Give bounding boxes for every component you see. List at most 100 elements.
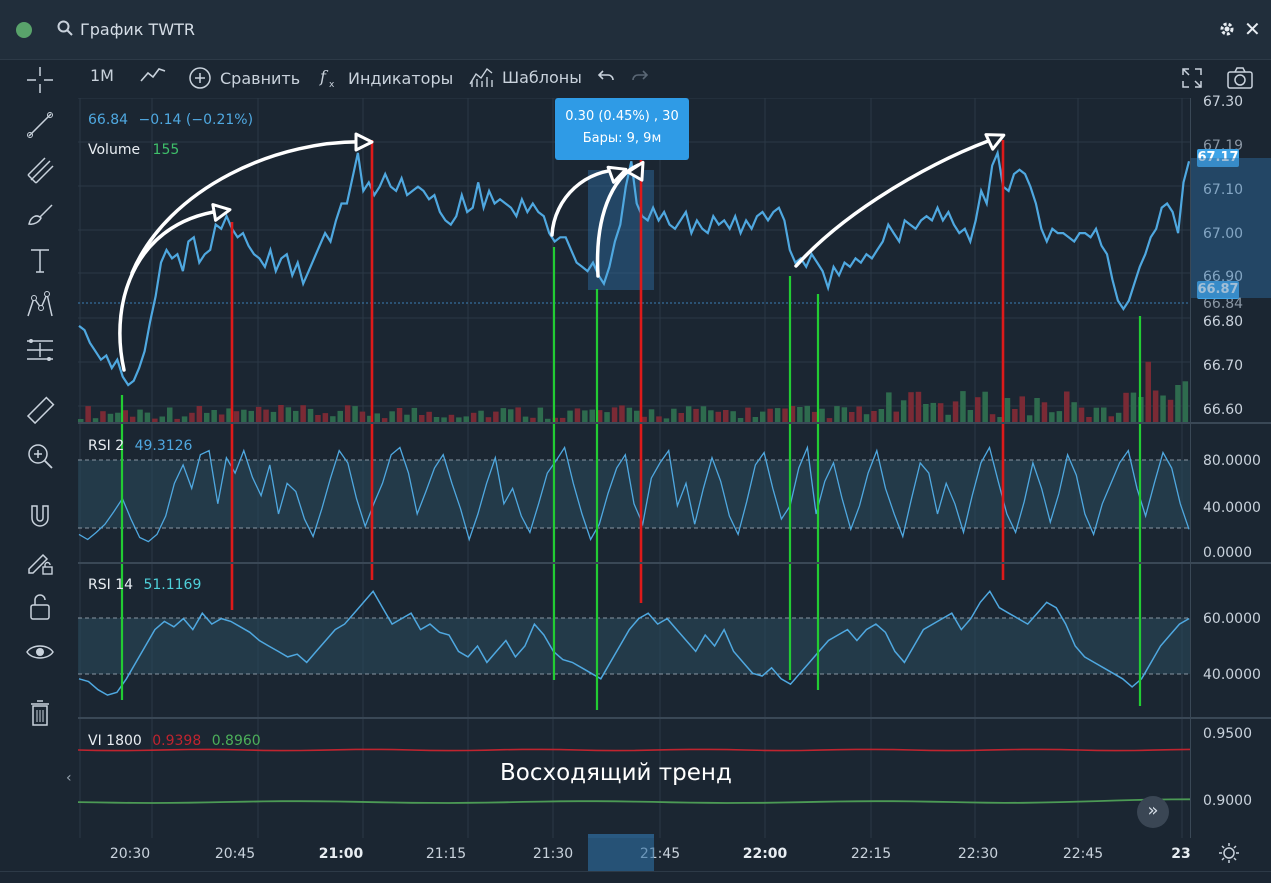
volume-label: Volume — [88, 142, 141, 158]
undo-button[interactable] — [596, 66, 616, 86]
indicators-button[interactable]: fx Индикаторы — [318, 66, 453, 90]
screenshot-button[interactable] — [1226, 66, 1254, 90]
pane-separator[interactable] — [78, 422, 1271, 424]
fib-lines-icon — [27, 157, 54, 184]
volume-bar — [574, 408, 581, 423]
pencil-lock-icon — [28, 553, 53, 575]
price-legend: 66.84 −0.14 (−0.21%) — [88, 112, 253, 128]
volume-bar — [819, 408, 825, 423]
price-tick: 66.60 — [1203, 402, 1244, 418]
brush-icon — [28, 204, 53, 225]
fullscreen-icon — [1182, 68, 1202, 88]
volume-bar — [1123, 392, 1129, 423]
volume-value: 155 — [152, 142, 180, 158]
undo-icon — [597, 70, 614, 81]
compare-button[interactable]: Сравнить — [188, 66, 300, 90]
measure-change: 0.30 (0.45%) , 30 — [565, 109, 679, 124]
chart-type-button[interactable] — [140, 66, 166, 84]
volume-bar — [1093, 407, 1100, 423]
visibility-tool[interactable] — [22, 634, 58, 670]
function-icon: fx — [319, 67, 335, 90]
position-tool[interactable] — [22, 332, 58, 368]
fullscreen-button[interactable] — [1180, 66, 1204, 90]
volume-bar — [1012, 409, 1018, 423]
volume-bar — [1101, 407, 1107, 423]
status-dot-icon — [16, 22, 32, 38]
interval-button[interactable]: 1M — [90, 66, 114, 85]
rsi14-tick: 40.0000 — [1203, 667, 1261, 683]
volume-bar — [804, 405, 810, 423]
crosshair-tool[interactable] — [22, 62, 58, 98]
volume-bar — [515, 407, 521, 423]
fib-tool[interactable] — [22, 152, 58, 188]
gear-icon[interactable] — [1218, 20, 1236, 38]
ruler-tool[interactable] — [22, 393, 58, 429]
volume-bar — [589, 409, 595, 423]
volume-bar — [85, 406, 91, 423]
time-axis[interactable]: 20:30 20:45 21:00 21:15 21:30 21:45 22:00 22:15… — [78, 838, 1191, 871]
price-axis[interactable]: 67.30 67.19 67.10 67.00 66.90 66.84 66.8… — [1190, 94, 1271, 838]
trash-icon — [31, 700, 49, 726]
redo-button[interactable] — [630, 66, 650, 86]
pattern-tool[interactable] — [22, 287, 58, 323]
time-tick: 22:00 — [742, 846, 788, 862]
pane-separator[interactable] — [78, 562, 1271, 564]
volume-bar — [1071, 402, 1077, 423]
volume-bar — [1145, 361, 1151, 423]
vi-plus-value: 0.8960 — [211, 733, 261, 749]
volume-bar — [878, 409, 885, 423]
close-icon[interactable]: ✕ — [1244, 17, 1261, 41]
time-tick: 22:45 — [1062, 846, 1104, 862]
volume-bar — [278, 405, 284, 423]
chart-area[interactable] — [78, 98, 1190, 838]
volume-bar — [255, 406, 262, 423]
rsi14-band — [78, 618, 1190, 674]
trend-line-tool[interactable] — [22, 107, 58, 143]
time-tick: 22:15 — [850, 846, 892, 862]
lock-tool[interactable] — [22, 589, 58, 625]
search-icon[interactable] — [57, 20, 73, 36]
volume-bar — [611, 407, 618, 423]
vi-legend: VI 1800 0.9398 0.8960 — [88, 733, 261, 749]
camera-icon — [1227, 67, 1253, 89]
delete-tool[interactable] — [22, 695, 58, 731]
templates-button[interactable]: Шаблоны — [468, 66, 582, 88]
volume-legend: Volume 155 — [88, 142, 179, 158]
magnet-tool[interactable] — [22, 499, 58, 535]
chart-settings-icon[interactable] — [1218, 842, 1240, 864]
brush-tool[interactable] — [22, 197, 58, 233]
window-title[interactable]: График TWTR — [80, 20, 195, 39]
drawing-toolbar: ‹ — [0, 60, 78, 882]
scroll-to-latest-icon[interactable]: » — [1137, 796, 1169, 828]
lock-drawing-tool[interactable] — [22, 544, 58, 580]
time-tick: 21:00 — [318, 846, 364, 862]
annotation-arrows — [118, 132, 1006, 372]
time-tick: 20:45 — [214, 846, 256, 862]
chart-toolbar: 1M Сравнить fx Индикаторы Шаблоны — [78, 60, 1271, 100]
volume-bar — [352, 406, 358, 423]
volume-bar — [1182, 381, 1189, 423]
pane-separator[interactable] — [78, 717, 1271, 719]
volume-bar — [886, 392, 892, 423]
volume-bars — [78, 361, 1189, 423]
volume-bar — [856, 406, 862, 423]
magnet-icon — [31, 505, 49, 527]
volume-bar — [923, 404, 929, 423]
volume-bar — [411, 407, 418, 423]
volume-bar — [307, 408, 314, 423]
zoom-tool[interactable] — [22, 438, 58, 474]
arrow-head-shape — [211, 203, 232, 222]
vi-label: VI 1800 — [88, 733, 142, 749]
vi-minus-value: 0.9398 — [152, 733, 202, 749]
volume-bar — [1152, 390, 1159, 423]
price-range-highlight — [1191, 158, 1271, 298]
volume-bar — [1167, 399, 1174, 423]
volume-bar — [344, 405, 351, 423]
pattern-icon — [27, 291, 53, 317]
volume-bar — [300, 405, 306, 423]
vi-minus-line — [78, 748, 1190, 752]
collapse-toolbar-icon[interactable]: ‹ — [66, 770, 72, 786]
volume-bar — [930, 402, 936, 423]
text-tool[interactable] — [22, 242, 58, 278]
volume-bar — [537, 407, 544, 423]
